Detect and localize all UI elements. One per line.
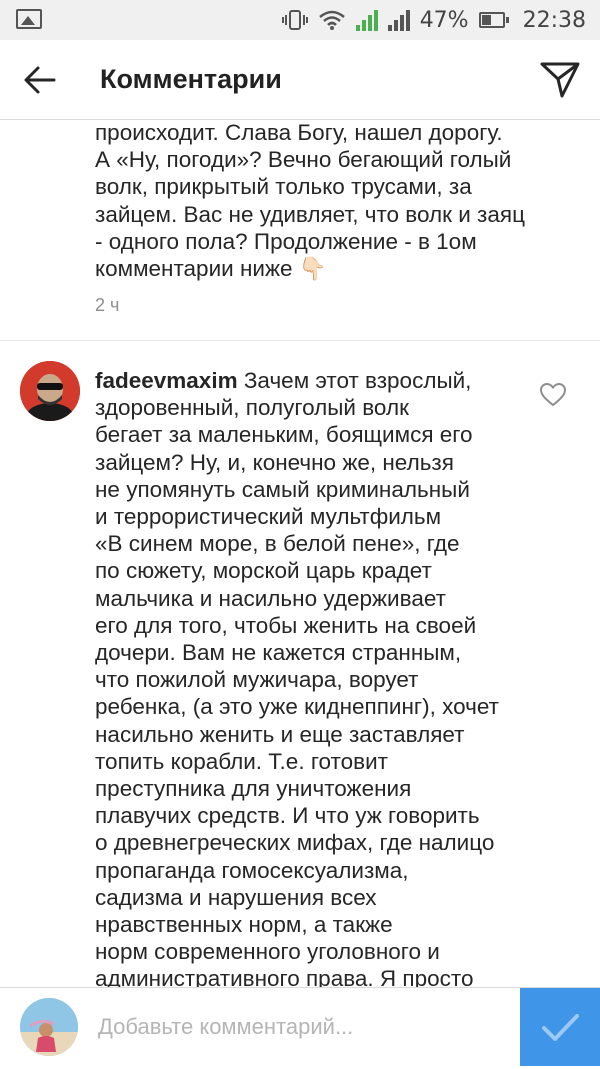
status-bar: 47% 22:38 — [0, 0, 600, 40]
post-button[interactable] — [520, 988, 600, 1066]
wifi-icon — [318, 9, 346, 31]
heart-icon[interactable] — [539, 382, 567, 407]
signal-1-icon — [355, 9, 378, 31]
comments-list[interactable]: происходит. Слава Богу, нашел дорогу. А … — [0, 121, 600, 987]
gallery-icon — [16, 9, 42, 29]
clock: 22:38 — [522, 7, 586, 33]
avatar — [20, 998, 78, 1056]
back-arrow-icon[interactable] — [22, 62, 58, 98]
signal-2-icon — [387, 9, 410, 31]
comment-input[interactable] — [96, 1002, 510, 1052]
battery-percent: 47% — [419, 7, 469, 33]
comment-composer — [0, 987, 600, 1066]
comment-text: fadeevmaxim Зачем этот взрослый, здорове… — [95, 367, 535, 987]
divider — [0, 340, 600, 341]
vibrate-icon — [281, 9, 308, 31]
send-icon[interactable] — [538, 58, 582, 102]
comment-text: происходит. Слава Богу, нашел дорогу. А … — [95, 121, 525, 282]
page-title: Комментарии — [100, 64, 282, 94]
comment-body: Зачем этот взрослый, здоровенный, полуго… — [95, 368, 499, 987]
avatar[interactable] — [20, 361, 80, 421]
comment-username[interactable]: fadeevmaxim — [95, 368, 238, 393]
battery-icon — [478, 12, 509, 28]
app-bar: Комментарии — [0, 40, 600, 120]
comment-time: 2 ч — [95, 295, 120, 315]
